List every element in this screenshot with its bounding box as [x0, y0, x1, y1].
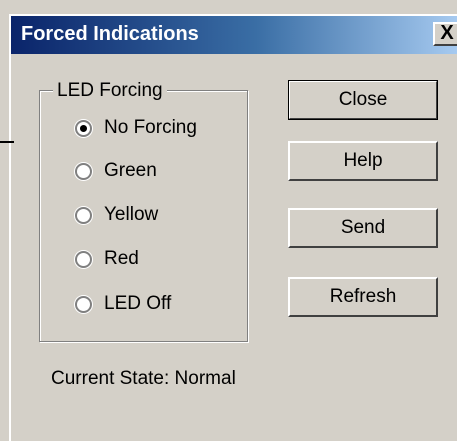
dialog-title: Forced Indications	[21, 23, 199, 45]
close-icon[interactable]: X	[433, 22, 457, 46]
led-forcing-label: LED Forcing	[53, 80, 167, 102]
radio-button-icon[interactable]	[75, 250, 92, 268]
current-state-label: Current State: Normal	[51, 368, 236, 389]
radio-green[interactable]: Green	[75, 158, 157, 184]
help-button[interactable]: Help	[288, 141, 438, 181]
send-button[interactable]: Send	[288, 208, 438, 248]
radio-led-off[interactable]: LED Off	[75, 291, 171, 317]
radio-yellow[interactable]: Yellow	[75, 202, 158, 228]
title-bar[interactable]: Forced Indications X	[11, 16, 457, 54]
refresh-button[interactable]: Refresh	[288, 277, 438, 317]
radio-label: Red	[104, 248, 139, 269]
radio-label: LED Off	[104, 293, 172, 314]
radio-button-icon[interactable]	[75, 119, 92, 137]
background-mark	[0, 141, 14, 143]
radio-button-icon[interactable]	[75, 206, 92, 224]
radio-label: Yellow	[104, 204, 159, 225]
radio-red[interactable]: Red	[75, 246, 139, 272]
close-button[interactable]: Close	[288, 80, 438, 120]
radio-no-forcing[interactable]: No Forcing	[75, 115, 197, 141]
radio-button-icon[interactable]	[75, 162, 92, 180]
radio-label: Green	[104, 160, 157, 181]
radio-label: No Forcing	[104, 117, 197, 138]
radio-button-icon[interactable]	[75, 295, 92, 313]
